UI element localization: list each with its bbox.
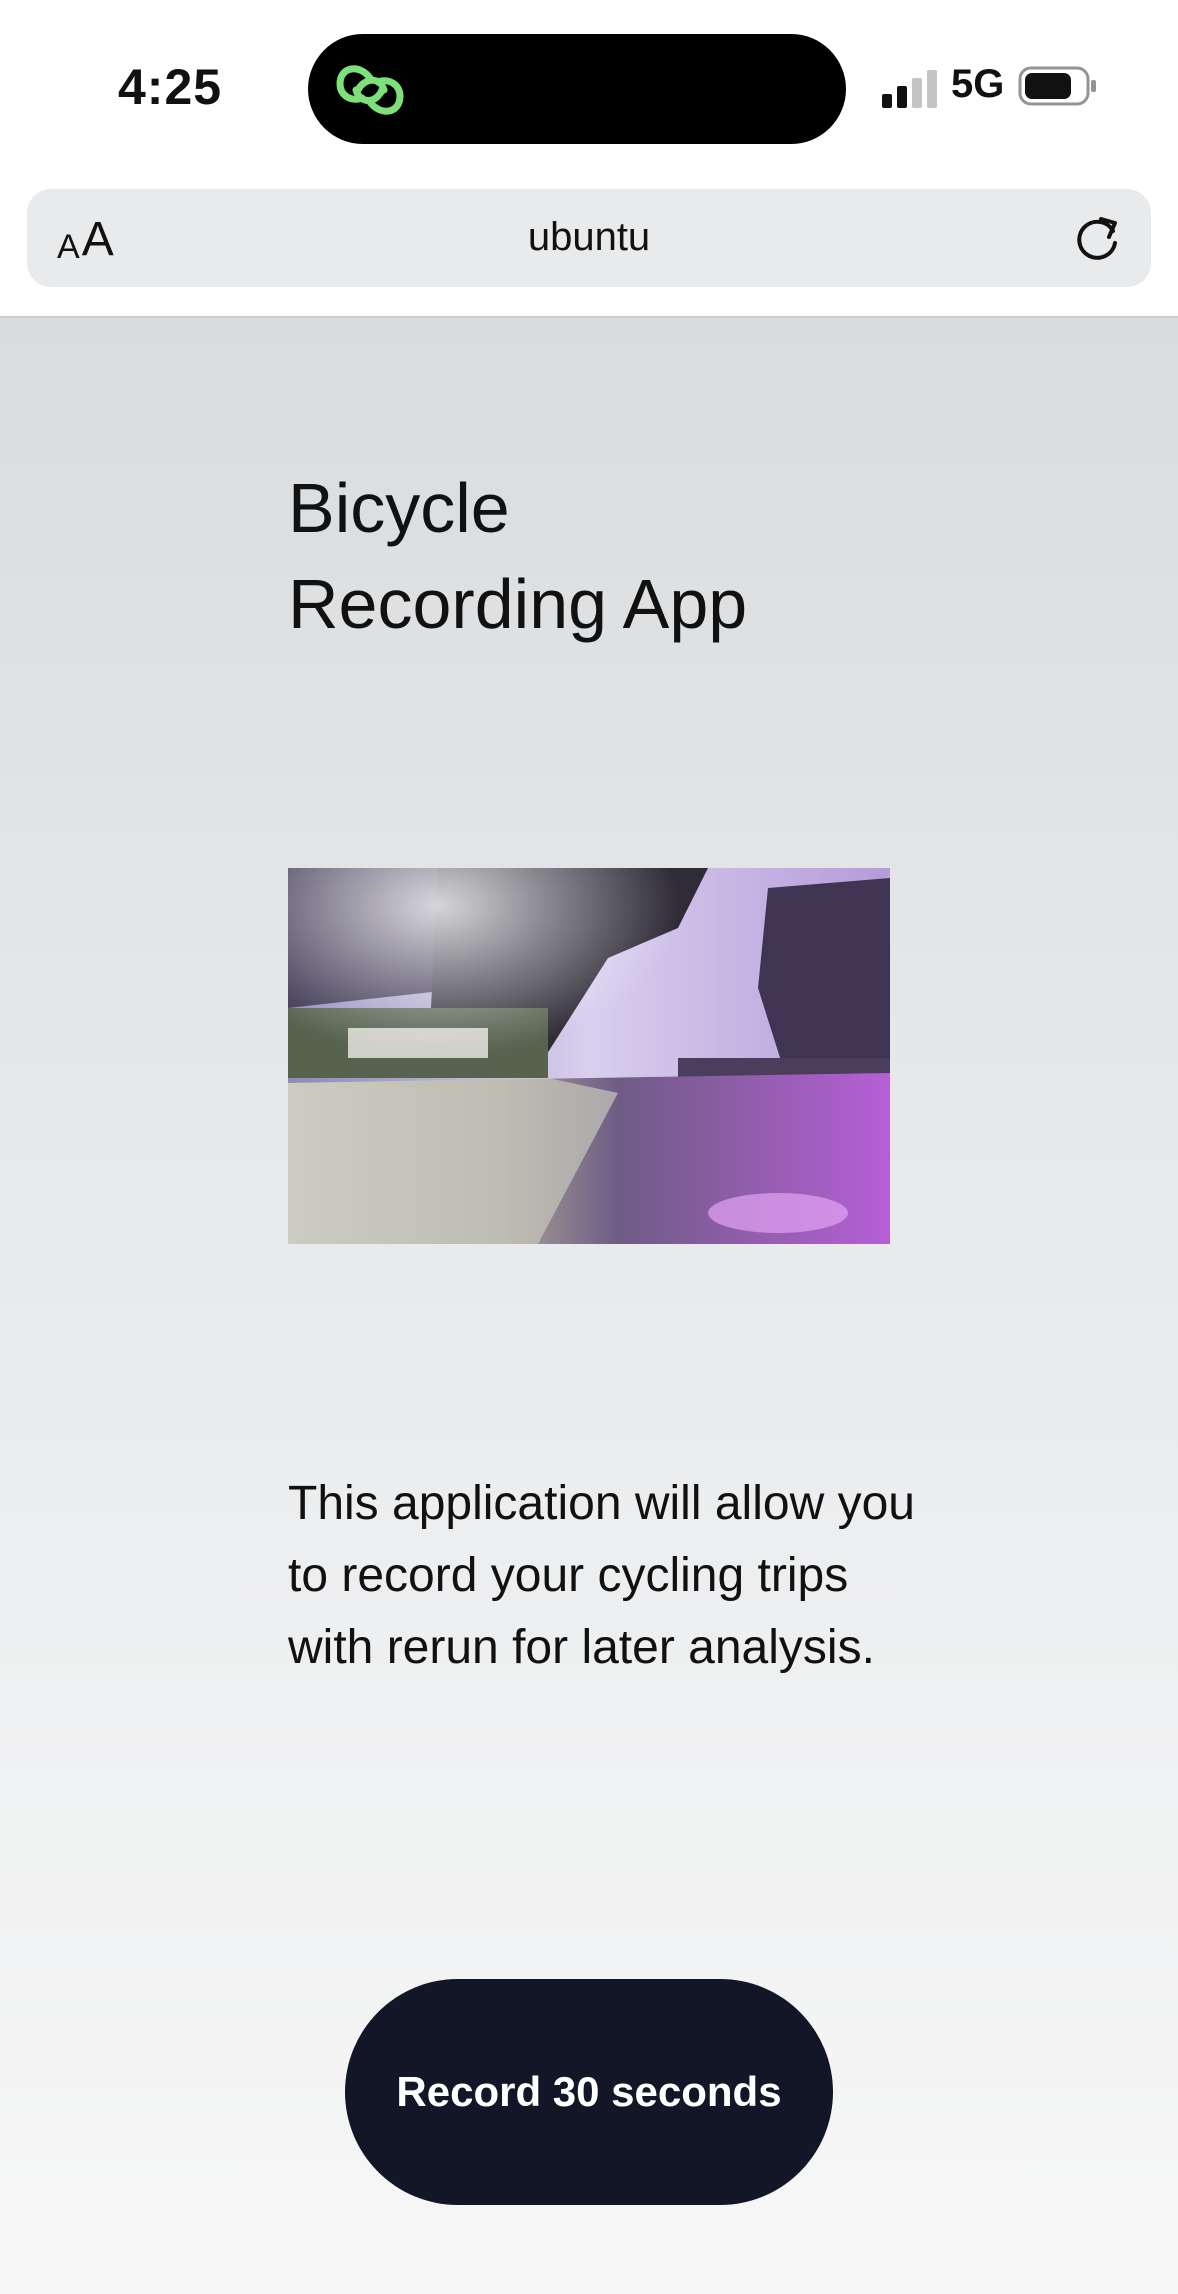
signal-strength-icon — [882, 70, 937, 108]
status-time: 4:25 — [118, 59, 223, 115]
app-description: This application will allow you to recor… — [288, 1477, 915, 1674]
record-30-seconds-button[interactable]: Record 30 seconds — [345, 1979, 833, 2205]
address-bar[interactable]: A A ubuntu — [27, 189, 1151, 287]
reload-icon[interactable] — [1069, 211, 1125, 267]
hero-image — [288, 868, 890, 1244]
page-title-line-2: Recording App — [288, 565, 748, 643]
dynamic-island — [308, 34, 846, 144]
url-text[interactable]: ubuntu — [27, 215, 1151, 260]
page-content: Bicycle Recording App This application w… — [0, 318, 1178, 2294]
network-type: 5G — [951, 62, 1005, 106]
battery-icon — [1018, 66, 1096, 106]
link-icon — [336, 65, 404, 115]
page-title-line-1: Bicycle — [288, 469, 510, 547]
status-bar: 4:25 5G — [0, 0, 1178, 180]
page-title: Bicycle Recording App — [288, 460, 888, 652]
